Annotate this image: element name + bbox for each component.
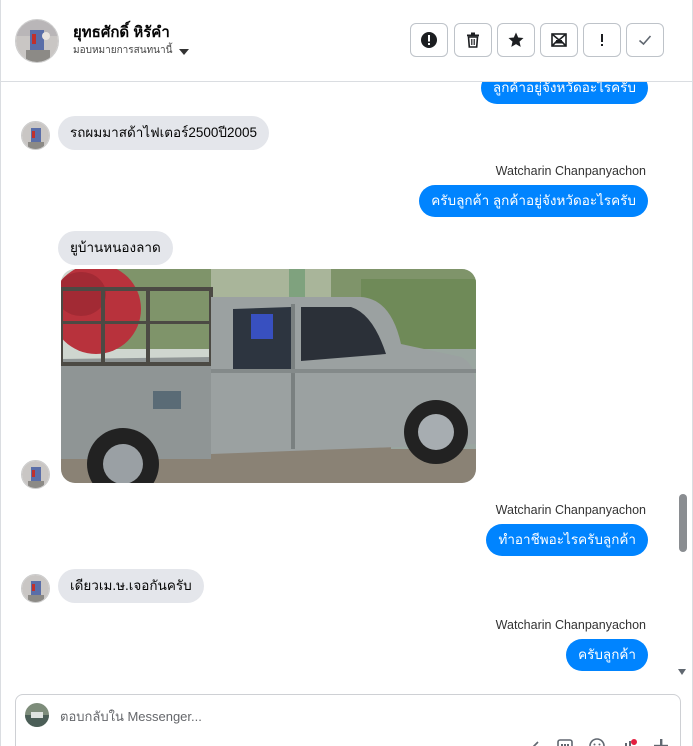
contact-avatar[interactable] — [15, 19, 59, 63]
star-button[interactable] — [497, 23, 535, 57]
thumbs-up-icon[interactable] — [620, 737, 638, 746]
scroll-down-arrow-icon[interactable] — [678, 669, 686, 675]
add-icon[interactable] — [652, 737, 670, 746]
incoming-message: เดียวเม.ษ.เจอกันครับ — [58, 569, 204, 603]
contact-avatar-small — [21, 460, 50, 489]
page-avatar — [25, 703, 49, 727]
follow-up-button[interactable] — [583, 23, 621, 57]
incoming-message: รถผมมาสด้าไฟเตอร์2500ปี2005 — [58, 116, 270, 150]
sender-name: Watcharin Chanpanyachon — [495, 618, 646, 632]
star-icon — [508, 32, 524, 47]
sender-name: Watcharin Chanpanyachon — [495, 164, 646, 178]
emoji-icon[interactable] — [588, 737, 606, 746]
reply-composer — [15, 694, 681, 746]
contact-name: ยุทธศักดิ์ หิรัคำ — [73, 24, 170, 41]
truck-photo — [61, 269, 476, 483]
assign-label: มอบหมายการสนทนานี้ — [73, 45, 173, 56]
sender-name: Watcharin Chanpanyachon — [495, 503, 646, 517]
mark-spam-button[interactable] — [410, 23, 448, 57]
message-thread[interactable]: ลูกค้าอยู่จังหวัดอะไรครับ รถผมมาสด้าไฟเต… — [1, 82, 692, 684]
gif-icon[interactable] — [556, 737, 574, 746]
attach-icon[interactable] — [526, 737, 544, 746]
check-icon — [638, 35, 652, 46]
outgoing-message: ทำอาชีพอะไรครับลูกค้า — [486, 524, 648, 556]
incoming-message: ยูบ้านหนองลาด — [58, 231, 173, 265]
delete-button[interactable] — [454, 23, 492, 57]
reply-input[interactable] — [60, 705, 620, 727]
caret-down-icon — [179, 48, 190, 55]
contact-avatar-small — [21, 121, 50, 150]
assign-conversation-dropdown[interactable]: มอบหมายการสนทนานี้ — [73, 43, 190, 58]
envelope-icon — [551, 33, 567, 47]
trash-icon — [467, 32, 479, 48]
mark-unread-button[interactable] — [540, 23, 578, 57]
mark-done-button[interactable] — [626, 23, 664, 57]
truck-photo-attachment[interactable] — [61, 269, 476, 483]
exclamation-icon — [601, 34, 603, 46]
contact-avatar-small — [21, 574, 50, 603]
scrollbar-thumb[interactable] — [679, 494, 687, 552]
alert-circle-icon — [421, 32, 437, 48]
outgoing-message: ครับลูกค้า ลูกค้าอยู่จังหวัดอะไรครับ — [419, 185, 648, 217]
conversation-header: ยุทธศักดิ์ หิรัคำ มอบหมายการสนทนานี้ — [1, 0, 692, 82]
conversation-panel: ยุทธศักดิ์ หิรัคำ มอบหมายการสนทนานี้ ลูก… — [0, 0, 693, 746]
outgoing-message: ครับลูกค้า — [566, 639, 648, 671]
outgoing-message: ลูกค้าอยู่จังหวัดอะไรครับ — [480, 82, 648, 104]
